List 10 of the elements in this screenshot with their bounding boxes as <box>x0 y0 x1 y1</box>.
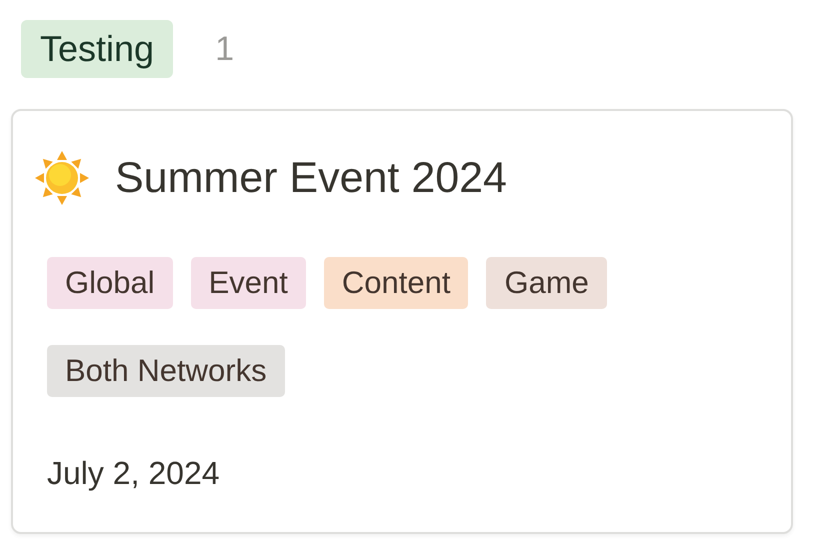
tag: Game <box>486 257 607 309</box>
tag: Event <box>190 257 306 309</box>
card[interactable]: Summer Event 2024 Global Event Content Game Both Networks July 2, 2024 <box>11 109 793 534</box>
item-count: 1 <box>215 30 234 68</box>
tag: Global <box>47 257 173 309</box>
tag: Both Networks <box>47 345 285 397</box>
tag: Content <box>324 257 468 309</box>
card-date: July 2, 2024 <box>47 455 221 492</box>
card-title: Summer Event 2024 <box>115 154 507 202</box>
group-label[interactable]: Testing <box>21 20 174 78</box>
